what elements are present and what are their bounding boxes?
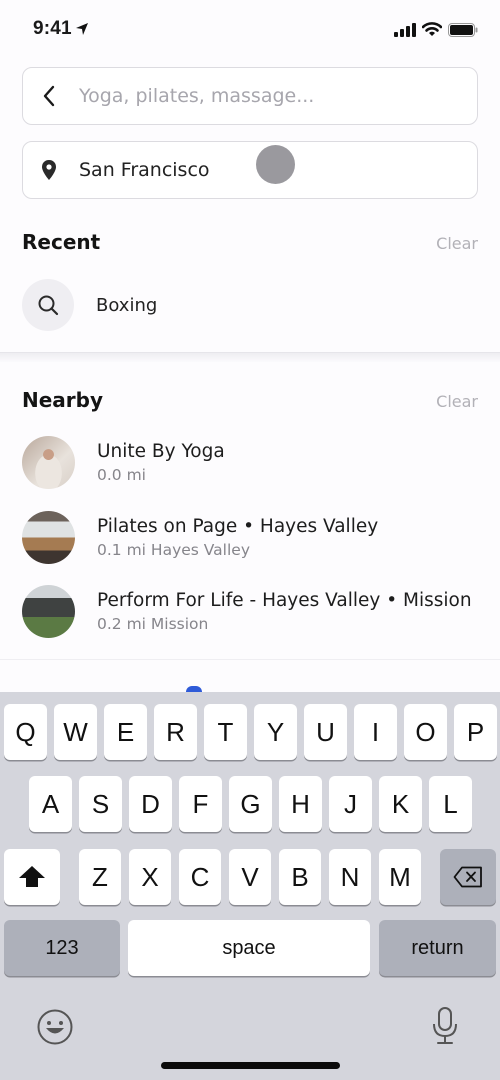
nearby-item-distance: 0.2 mi Mission — [97, 615, 209, 633]
nearby-item-name: Unite By Yoga — [97, 441, 225, 462]
key[interactable]: F — [179, 776, 222, 832]
location-field[interactable]: San Francisco — [22, 141, 478, 199]
key[interactable]: L — [429, 776, 472, 832]
shift-icon — [19, 866, 45, 887]
recent-header: Recent Clear — [22, 230, 478, 254]
wifi-icon — [422, 22, 442, 36]
status-icons — [394, 22, 478, 37]
recent-clear-button[interactable]: Clear — [436, 234, 478, 253]
search-field[interactable] — [22, 67, 478, 125]
chevron-left-icon — [43, 85, 55, 107]
key[interactable]: T — [204, 704, 247, 760]
key[interactable]: X — [129, 849, 171, 905]
location-arrow-icon — [75, 23, 88, 35]
key[interactable]: N — [329, 849, 371, 905]
key[interactable]: Z — [79, 849, 121, 905]
nearby-clear-button[interactable]: Clear — [436, 392, 478, 411]
key[interactable]: A — [29, 776, 72, 832]
status-bar: 9:41 — [0, 0, 500, 60]
touch-indicator — [256, 145, 295, 184]
nearby-item[interactable]: Unite By Yoga 0.0 mi — [22, 436, 225, 489]
key[interactable]: C — [179, 849, 221, 905]
section-divider — [0, 352, 500, 362]
search-input[interactable] — [75, 85, 435, 107]
status-time: 9:41 — [33, 18, 89, 40]
key[interactable]: V — [229, 849, 271, 905]
back-button[interactable] — [23, 85, 75, 107]
key[interactable]: O — [404, 704, 447, 760]
list-divider — [0, 659, 500, 660]
key[interactable]: I — [354, 704, 397, 760]
home-indicator — [161, 1062, 340, 1069]
nearby-item-name: Pilates on Page • Hayes Valley — [97, 516, 379, 537]
location-value[interactable]: San Francisco — [75, 159, 210, 181]
return-key[interactable]: return — [379, 920, 496, 976]
emoji-icon — [37, 1009, 73, 1045]
key[interactable]: M — [379, 849, 421, 905]
recent-item-label: Boxing — [96, 294, 158, 316]
key[interactable]: S — [79, 776, 122, 832]
nearby-item-distance: 0.0 mi — [97, 466, 146, 484]
nearby-item-name: Perform For Life - Hayes Valley • Missio… — [97, 590, 472, 611]
key[interactable]: Q — [4, 704, 47, 760]
search-icon — [22, 279, 74, 331]
keyboard: QWERTYUIOP ASDFGHJKL ZXCVBNM 123 space r… — [0, 692, 500, 1080]
recent-title: Recent — [22, 230, 101, 254]
key[interactable]: J — [329, 776, 372, 832]
backspace-icon — [453, 866, 482, 888]
nearby-item-distance: 0.1 mi Hayes Valley — [97, 541, 250, 559]
studio-avatar — [22, 436, 75, 489]
key[interactable]: R — [154, 704, 197, 760]
map-pin-icon — [23, 159, 75, 181]
key[interactable]: G — [229, 776, 272, 832]
cellular-signal-icon — [394, 22, 416, 37]
key[interactable]: E — [104, 704, 147, 760]
microphone-icon — [433, 1007, 457, 1044]
shift-key[interactable] — [4, 849, 60, 905]
key[interactable]: W — [54, 704, 97, 760]
space-key[interactable]: space — [128, 920, 370, 976]
key[interactable]: K — [379, 776, 422, 832]
key[interactable]: H — [279, 776, 322, 832]
time-label: 9:41 — [33, 18, 72, 39]
numbers-key[interactable]: 123 — [4, 920, 120, 976]
studio-avatar — [22, 585, 75, 638]
nearby-item[interactable]: Perform For Life - Hayes Valley • Missio… — [22, 585, 472, 638]
key[interactable]: Y — [254, 704, 297, 760]
microphone-button[interactable] — [430, 1006, 460, 1051]
key[interactable]: P — [454, 704, 497, 760]
key[interactable]: U — [304, 704, 347, 760]
studio-avatar — [22, 511, 75, 564]
emoji-button[interactable] — [36, 1008, 74, 1051]
nearby-item[interactable]: Pilates on Page • Hayes Valley 0.1 mi Ha… — [22, 511, 378, 564]
nearby-title: Nearby — [22, 388, 104, 412]
nearby-header: Nearby Clear — [22, 388, 478, 412]
battery-icon — [448, 22, 478, 37]
recent-item[interactable]: Boxing — [22, 279, 157, 331]
backspace-key[interactable] — [440, 849, 496, 905]
key[interactable]: B — [279, 849, 321, 905]
key[interactable]: D — [129, 776, 172, 832]
